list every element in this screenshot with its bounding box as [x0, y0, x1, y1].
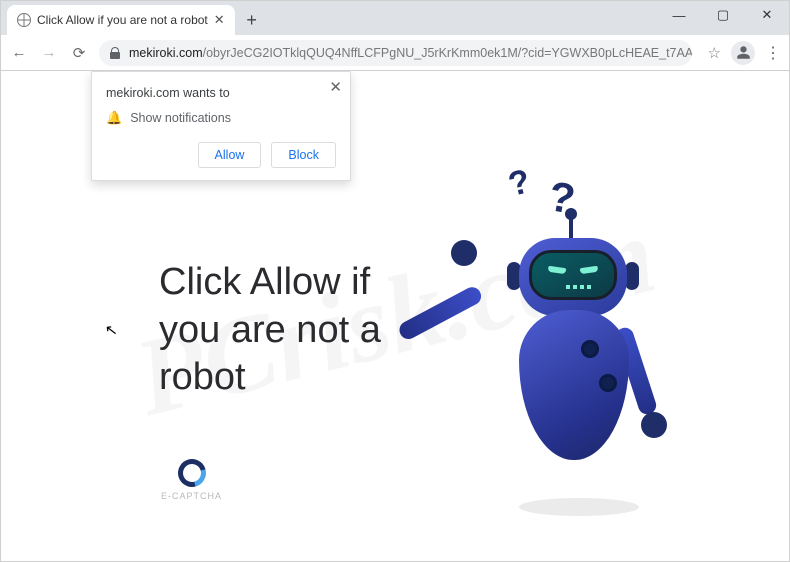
lock-icon	[109, 47, 121, 59]
captcha-spinner-icon	[172, 454, 210, 492]
browser-toolbar: ← → ⟳ mekiroki.com/obyrJeCG2IOTklqQUQ4Nf…	[1, 35, 789, 71]
new-tab-button[interactable]: +	[239, 7, 265, 33]
address-bar[interactable]: mekiroki.com/obyrJeCG2IOTklqQUQ4NffLCFPg…	[99, 40, 692, 66]
captcha-label: E-CAPTCHA	[161, 491, 222, 501]
robot-arm	[396, 284, 484, 342]
url-host: mekiroki.com	[129, 46, 203, 60]
robot-rivet	[581, 340, 599, 358]
window-maximize-button[interactable]: ▢	[701, 1, 745, 29]
permission-origin-line: mekiroki.com wants to	[106, 86, 336, 100]
window-titlebar: Click Allow if you are not a robot ✕ + —…	[1, 1, 789, 35]
globe-icon	[17, 13, 31, 27]
profile-avatar[interactable]	[731, 41, 755, 65]
captcha-badge: E-CAPTCHA	[161, 459, 222, 501]
robot-ear	[625, 262, 639, 290]
headline-line-3: robot	[159, 354, 381, 402]
url-path: /obyrJeCG2IOTklqQUQ4NffLCFPgNU_J5rKrKmm0…	[203, 46, 692, 60]
robot-eye	[548, 266, 567, 274]
page-content: PCrisk.com ✕ mekiroki.com wants to 🔔 Sho…	[1, 71, 789, 561]
mouse-cursor-icon: ↖	[104, 320, 119, 340]
permission-capability: Show notifications	[130, 111, 231, 125]
robot-rivet	[599, 374, 617, 392]
robot-mouth	[566, 285, 591, 289]
window-minimize-button[interactable]: —	[657, 1, 701, 29]
dialog-close-icon[interactable]: ✕	[329, 78, 342, 96]
block-button[interactable]: Block	[271, 142, 336, 168]
robot-visor	[529, 250, 617, 300]
robot-body	[519, 310, 629, 460]
bookmark-star-icon[interactable]: ☆	[708, 44, 721, 62]
tab-title: Click Allow if you are not a robot	[37, 13, 208, 27]
browser-tab[interactable]: Click Allow if you are not a robot ✕	[7, 5, 235, 35]
page-headline: Click Allow if you are not a robot	[159, 259, 381, 402]
headline-line-2: you are not a	[159, 307, 381, 355]
tab-close-icon[interactable]: ✕	[214, 12, 225, 28]
robot-head	[519, 238, 627, 316]
headline-line-1: Click Allow if	[159, 259, 381, 307]
robot-hand	[641, 412, 667, 438]
notification-permission-dialog: ✕ mekiroki.com wants to 🔔 Show notificat…	[91, 71, 351, 181]
question-mark-icon: ?	[505, 162, 535, 205]
robot-shadow	[519, 498, 639, 516]
robot-eye	[580, 266, 599, 274]
robot-illustration: ? ?	[479, 176, 699, 526]
browser-menu-icon[interactable]: ⋮	[765, 43, 781, 63]
window-controls: — ▢ ✕	[657, 1, 789, 29]
nav-forward-icon[interactable]: →	[39, 44, 59, 61]
bell-icon: 🔔	[106, 110, 122, 126]
window-close-button[interactable]: ✕	[745, 1, 789, 29]
nav-back-icon[interactable]: ←	[9, 44, 29, 61]
person-icon	[736, 45, 751, 60]
nav-reload-icon[interactable]: ⟳	[69, 44, 89, 62]
allow-button[interactable]: Allow	[198, 142, 262, 168]
robot-hand	[451, 240, 477, 266]
